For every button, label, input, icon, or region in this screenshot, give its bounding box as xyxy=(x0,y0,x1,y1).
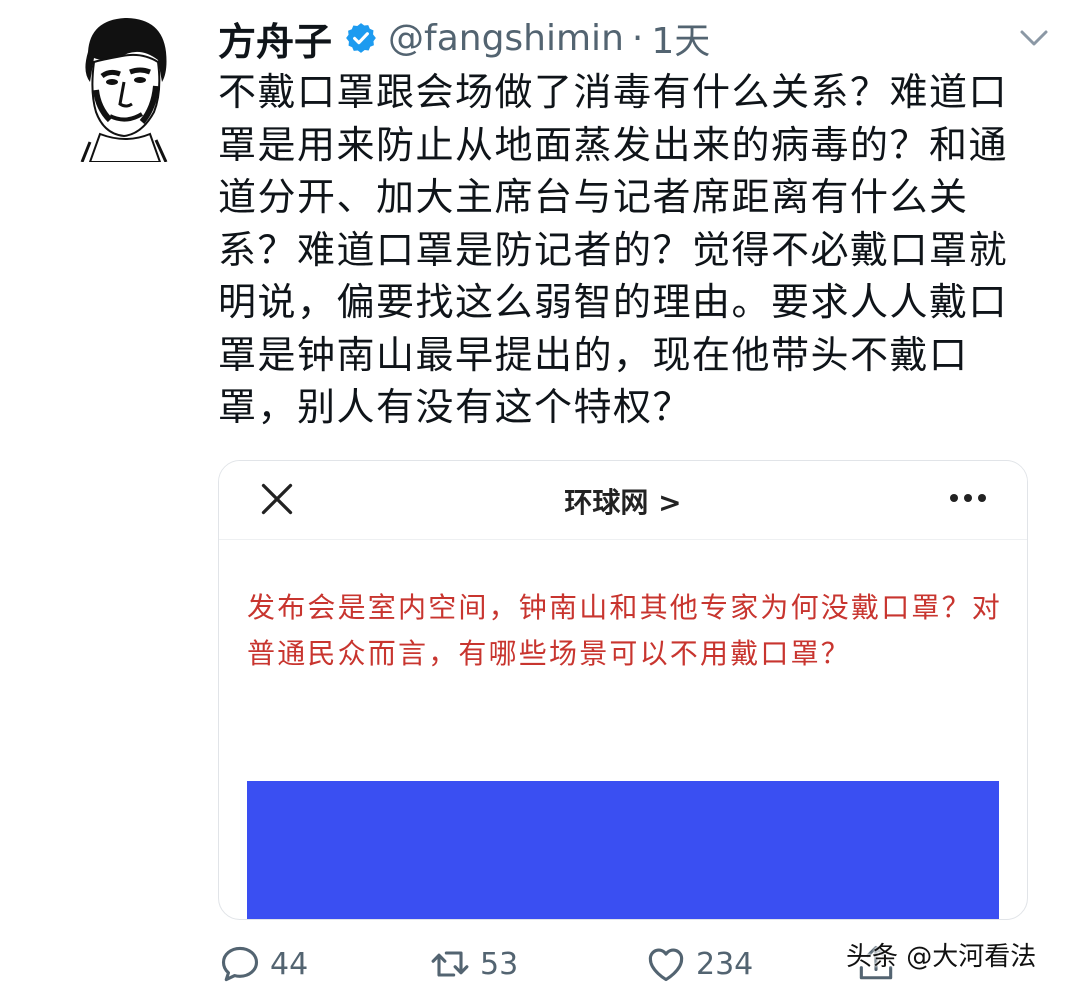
retweet-icon xyxy=(431,951,469,977)
more-options-icon[interactable] xyxy=(945,483,991,513)
author-avatar[interactable] xyxy=(70,12,180,162)
like-count: 234 xyxy=(696,946,754,982)
tweet-text: 不戴口罩跟会场做了消毒有什么关系？难道口罩是用来防止从地面蒸发出来的病毒的？和通… xyxy=(218,70,1009,429)
reply-count: 44 xyxy=(270,946,309,982)
author-name[interactable]: 方舟子 xyxy=(218,11,332,66)
retweet-button[interactable]: 53 xyxy=(428,938,518,990)
verified-badge-icon xyxy=(346,23,376,53)
embedded-screenshot-card[interactable]: 环球网 > 发布会是室内空间，钟南山和其他专家为何没戴口罩？对普通民众而言，有哪… xyxy=(218,460,1028,920)
card-blue-image xyxy=(247,781,999,919)
heart-icon xyxy=(648,948,684,982)
tweet-header: 方舟子 @fangshimin · 1天 xyxy=(218,6,1060,70)
author-handle[interactable]: @fangshimin xyxy=(388,18,624,59)
reply-button[interactable]: 44 xyxy=(218,938,308,990)
card-source-title[interactable]: 环球网 > xyxy=(219,481,1027,521)
card-question-text: 发布会是室内空间，钟南山和其他专家为何没戴口罩？对普通民众而言，有哪些场景可以不… xyxy=(247,591,1003,670)
header-separator: · xyxy=(631,17,644,59)
watermark-text: 头条 @大河看法 xyxy=(846,942,1037,972)
like-button[interactable]: 234 xyxy=(644,938,753,990)
chevron-down-icon[interactable] xyxy=(1016,20,1052,56)
reply-icon xyxy=(221,946,259,982)
tweet-timestamp[interactable]: 1天 xyxy=(651,12,710,64)
retweet-count: 53 xyxy=(480,946,519,982)
avatar-portrait xyxy=(80,18,168,162)
card-navbar: 环球网 > xyxy=(219,461,1027,540)
